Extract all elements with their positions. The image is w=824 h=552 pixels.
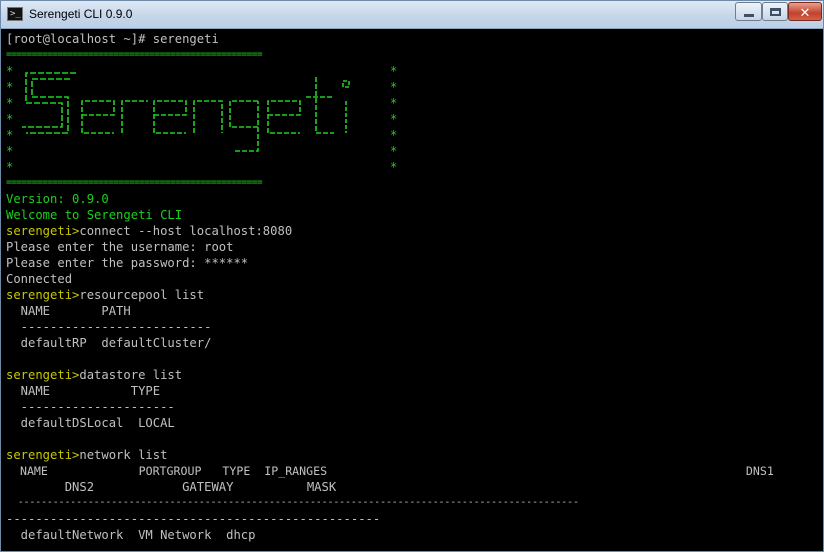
- banner-star: *: [6, 96, 14, 110]
- welcome-line: Welcome to Serengeti CLI: [6, 208, 183, 222]
- connect-line: serengeti>connect --host localhost:8080: [6, 223, 292, 239]
- banner-star: *: [6, 160, 14, 174]
- banner-star: *: [6, 144, 14, 158]
- network-header-2: DNS2 GATEWAY MASK: [6, 480, 337, 494]
- banner-star: *: [6, 80, 14, 94]
- cli-prompt: serengeti>: [6, 288, 80, 302]
- cli-prompt: serengeti>: [6, 368, 80, 382]
- network-command: network list: [79, 448, 168, 462]
- network-separator-1: ----------------------------------------…: [6, 497, 579, 508]
- minimize-button[interactable]: [735, 2, 762, 21]
- version-line: Version: 0.9.0: [6, 192, 109, 206]
- network-separator-2: ----------------------------------------…: [6, 512, 381, 526]
- maximize-icon: [770, 8, 781, 16]
- network-row: defaultNetwork VM Network dhcp: [6, 528, 256, 542]
- terminal-icon: >_: [7, 7, 23, 21]
- minimize-icon: [744, 14, 754, 17]
- cli-prompt: serengeti>: [6, 224, 80, 238]
- banner-star: *: [390, 128, 398, 142]
- banner-star: *: [6, 64, 14, 78]
- maximize-button[interactable]: [762, 2, 788, 21]
- connect-command: connect --host localhost:8080: [79, 224, 293, 238]
- datastore-command-line: serengeti>datastore list: [6, 367, 182, 383]
- network-command-line: serengeti>network list: [6, 447, 167, 463]
- title-bar[interactable]: >_ Serengeti CLI 0.9.0 ✕: [1, 1, 823, 29]
- window-title: Serengeti CLI 0.9.0: [29, 7, 133, 21]
- connected-line: Connected: [6, 272, 73, 286]
- resourcepool-row: defaultRP defaultCluster/: [6, 336, 212, 350]
- serengeti-ascii-logo: [20, 67, 385, 163]
- banner-border-bottom: ========================================…: [6, 177, 263, 188]
- datastore-command: datastore list: [79, 368, 183, 382]
- datastore-separator: ---------------------: [6, 400, 175, 414]
- close-icon: ✕: [799, 6, 811, 21]
- terminal-window: >_ Serengeti CLI 0.9.0 ✕ [root@localhost…: [0, 0, 824, 552]
- banner-star: *: [6, 128, 14, 142]
- resourcepool-command-line: serengeti>resourcepool list: [6, 287, 204, 303]
- shell-command-line: [root@localhost ~]# serengeti: [6, 32, 219, 46]
- close-button[interactable]: ✕: [788, 2, 822, 21]
- banner-star: *: [390, 80, 398, 94]
- datastore-header: NAME TYPE: [6, 384, 161, 398]
- banner-star: *: [390, 64, 398, 78]
- username-line: Please enter the username: root: [6, 240, 234, 254]
- password-line: Please enter the password: ******: [6, 256, 249, 270]
- serengeti-logo-art: [22, 72, 350, 152]
- banner-star: *: [390, 144, 398, 158]
- resourcepool-header: NAME PATH: [6, 304, 131, 318]
- banner-star: *: [390, 112, 398, 126]
- banner-border-top: ========================================…: [6, 49, 263, 60]
- banner-star: *: [390, 96, 398, 110]
- cli-prompt: serengeti>: [6, 448, 80, 462]
- banner-star: *: [6, 112, 14, 126]
- resourcepool-separator: --------------------------: [6, 320, 212, 334]
- banner-star: *: [390, 160, 398, 174]
- datastore-row: defaultDSLocal LOCAL: [6, 416, 175, 430]
- console-output[interactable]: [root@localhost ~]# serengeti ==========…: [6, 29, 821, 549]
- resourcepool-command: resourcepool list: [79, 288, 205, 302]
- network-header-1: NAME PORTGROUP TYPE IP_RANGES DNS1: [6, 464, 774, 478]
